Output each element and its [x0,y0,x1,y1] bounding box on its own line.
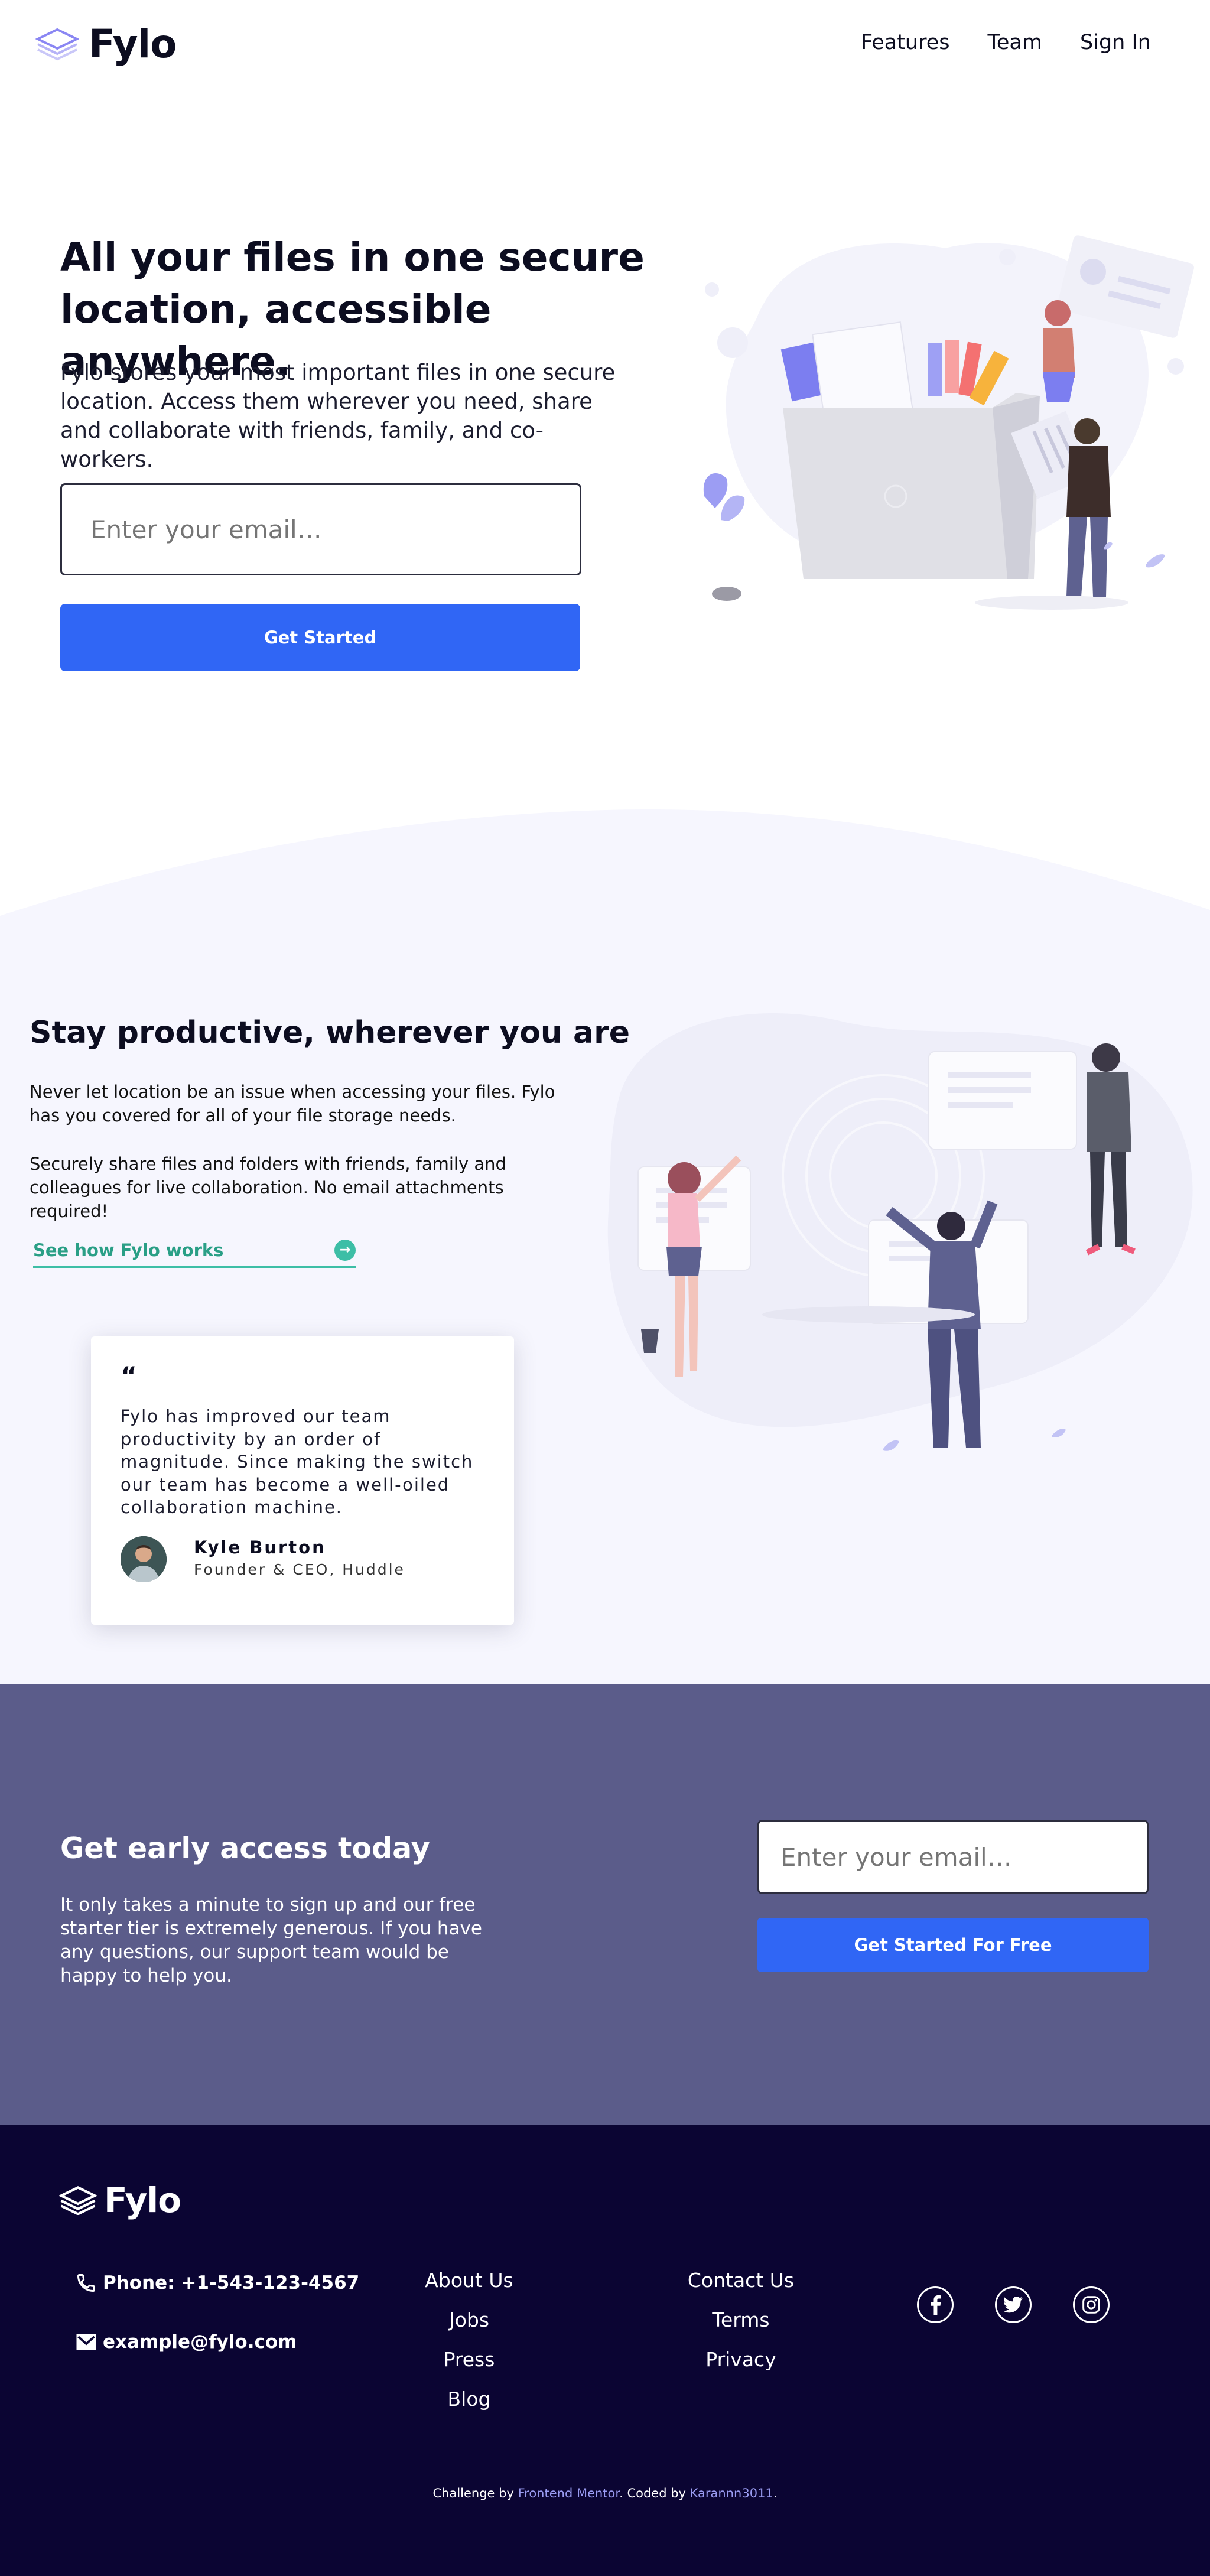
footer-links-col-2: Contact Us Terms Privacy [652,2268,830,2372]
author-name: Kyle Burton [194,1537,326,1557]
footer-link-press[interactable]: Press [444,2347,495,2372]
arrow-right-icon: → [334,1239,356,1261]
get-started-button[interactable]: Get Started [60,604,580,671]
hero-illustration [703,235,1194,610]
nav-features[interactable]: Features [861,31,950,54]
twitter-icon[interactable] [995,2286,1032,2323]
testimonial-quote: Fylo has improved our team productivity … [121,1406,474,1517]
credit-suffix: . [773,2486,778,2500]
footer-logo[interactable]: Fylo [59,2180,181,2220]
phone-icon [77,2274,95,2292]
hero-email-input[interactable] [60,483,581,575]
footer-link-privacy[interactable]: Privacy [705,2347,776,2372]
see-how-fylo-works-link[interactable]: See how Fylo works → [33,1234,356,1268]
author-link[interactable]: Karannn3011 [690,2486,773,2500]
author-role: Founder & CEO, Huddle [194,1561,405,1578]
frontend-mentor-link[interactable]: Frontend Mentor [518,2486,620,2500]
footer-link-blog[interactable]: Blog [448,2386,491,2412]
avatar [121,1536,167,1582]
header-logo[interactable]: Fylo [35,21,177,67]
stack-icon [35,28,79,60]
early-access-email-input[interactable] [757,1820,1149,1894]
footer-links-col-1: About Us Jobs Press Blog [380,2268,558,2412]
footer-link-jobs[interactable]: Jobs [449,2307,489,2333]
logo-text: Fylo [89,21,177,67]
productive-illustration [607,1013,1193,1451]
credit-middle: . Coded by [619,2486,690,2500]
footer-email: example@fylo.com [76,2331,297,2353]
testimonial-card: “ Fylo has improved our team productivit… [91,1336,514,1625]
quote-icon: “ [121,1361,137,1390]
main-nav: Features Team Sign In [861,31,1151,54]
mail-icon [76,2334,96,2350]
footer-phone: Phone: +1-543-123-4567 [76,2272,359,2294]
stack-icon [59,2186,97,2215]
productive-paragraph-1: Never let location be an issue when acce… [30,1082,555,1126]
link-label: See how Fylo works [33,1240,224,1260]
credit-prefix: Challenge by [432,2486,518,2500]
social-links [917,2286,1110,2323]
get-started-for-free-button[interactable]: Get Started For Free [757,1918,1149,1972]
hero-description: Fylo stores your most important files in… [60,360,616,472]
footer-link-about-us[interactable]: About Us [425,2268,513,2293]
wave-divider [0,809,1210,987]
facebook-icon[interactable] [917,2286,954,2323]
productive-title: Stay productive, wherever you are [30,1015,630,1050]
nav-sign-in[interactable]: Sign In [1080,31,1151,54]
footer-logo-text: Fylo [104,2180,181,2220]
footer-link-terms[interactable]: Terms [712,2307,769,2333]
email-text: example@fylo.com [103,2331,297,2353]
footer-link-contact-us[interactable]: Contact Us [688,2268,794,2293]
phone-text: Phone: +1-543-123-4567 [103,2272,360,2294]
attribution: Challenge by Frontend Mentor. Coded by K… [0,2486,1210,2500]
productive-paragraph-2: Securely share files and folders with fr… [30,1154,506,1221]
early-access-description: It only takes a minute to sign up and ou… [60,1894,482,1986]
nav-team[interactable]: Team [988,31,1043,54]
early-access-title: Get early access today [60,1832,430,1865]
instagram-icon[interactable] [1073,2286,1110,2323]
